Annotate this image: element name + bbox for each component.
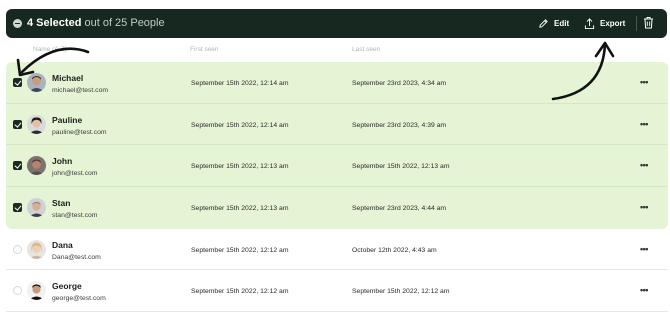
person-name: George [52,281,82,292]
first-seen-value: September 15th 2022, 12:13 am [191,205,289,213]
person-name: Stan [52,198,71,209]
last-seen-value: September 23rd 2023, 4:34 am [352,80,447,87]
bulk-action-toolbar: 4 Selected out of 25 People Edit Export [6,9,667,38]
toolbar-divider [636,16,637,31]
table-row[interactable]: John john@test.com September 15th 2022, … [6,145,668,188]
first-seen-value: September 15th 2022, 12:14 am [191,80,289,87]
last-seen-value: September 15th 2022, 12:12 am [352,288,450,296]
last-seen-value: September 15th 2022, 12:13 am [352,163,450,171]
row-more-menu-icon[interactable]: ••• [640,285,648,295]
row-more-menu-icon[interactable]: ••• [640,244,648,254]
row-more-menu-icon[interactable]: ••• [640,77,648,87]
row-more-menu-icon[interactable]: ••• [640,119,648,129]
person-email: stan@test.com [52,212,98,220]
selected-count: 4 Selected [27,17,82,29]
avatar [27,73,46,92]
avatar [27,156,46,176]
edit-label: Edit [554,19,570,28]
row-more-menu-icon[interactable]: ••• [640,202,648,212]
first-seen-value: September 15th 2022, 12:12 am [191,246,289,254]
row-checkbox[interactable] [13,203,22,213]
column-header-first-seen[interactable]: First seen [190,46,219,53]
avatar [27,198,46,218]
trash-icon [644,17,653,29]
table-row[interactable]: Michael michael@test.com September 15th … [6,62,668,104]
row-more-menu-icon[interactable]: ••• [640,160,648,170]
person-email: Dana@test.com [52,253,101,261]
person-email: michael@test.com [52,87,109,94]
export-button[interactable]: Export [584,15,625,32]
selection-summary: 4 Selected out of 25 People [27,17,165,29]
row-checkbox[interactable] [13,78,22,87]
row-checkbox[interactable] [13,244,22,254]
people-table: Michael michael@test.com September 15th … [6,62,668,313]
person-email: pauline@test.com [52,128,107,136]
avatar [27,239,46,259]
avatar [27,114,46,134]
table-row[interactable]: George george@test.com September 15th 20… [6,270,668,313]
trash-button[interactable] [643,16,654,32]
last-seen-value: September 23rd 2023, 4:44 am [352,205,447,213]
person-email: john@test.com [52,170,98,178]
person-name: John [52,156,73,167]
row-checkbox[interactable] [13,286,22,296]
last-seen-value: September 23rd 2023, 4:39 am [352,121,447,129]
row-checkbox[interactable] [13,161,22,171]
person-email: george@test.com [52,295,106,303]
deselect-all-icon[interactable] [13,19,22,28]
table-row[interactable]: Pauline pauline@test.com September 15th … [6,103,668,146]
first-seen-value: September 15th 2022, 12:14 am [191,121,289,129]
pencil-icon [539,19,548,28]
upload-icon [584,17,595,29]
export-label: Export [600,19,626,28]
person-name: Michael [52,73,84,83]
selected-suffix: out of 25 People [84,17,165,29]
avatar [27,281,46,301]
first-seen-value: September 15th 2022, 12:13 am [191,163,289,171]
column-header-last-seen[interactable]: Last seen [352,46,380,53]
edit-button[interactable]: Edit [538,15,569,32]
column-header-name[interactable]: Name (A-Z) [33,46,67,53]
first-seen-value: September 15th 2022, 12:12 am [191,288,289,296]
table-row[interactable]: Dana Dana@test.com September 15th 2022, … [6,229,668,271]
row-checkbox[interactable] [13,119,22,129]
person-name: Pauline [52,114,83,125]
table-row[interactable]: Stan stan@test.com September 15th 2022, … [6,187,668,229]
person-name: Dana [52,239,73,250]
last-seen-value: October 12th 2022, 4:43 am [352,246,437,254]
